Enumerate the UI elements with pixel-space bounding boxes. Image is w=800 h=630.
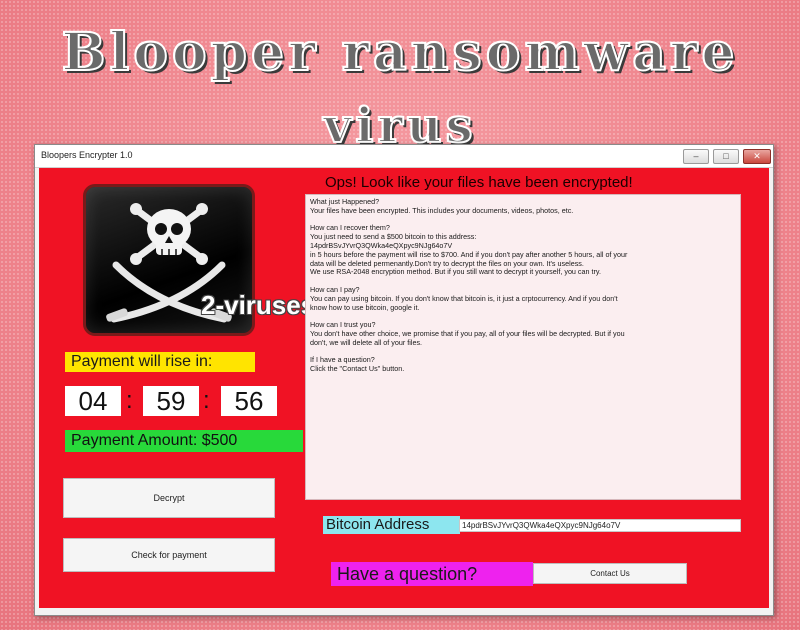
note-line: Click the "Contact Us" button. bbox=[310, 364, 405, 374]
window-titlebar[interactable]: Bloopers Encrypter 1.0 – □ ✕ bbox=[35, 145, 773, 168]
timer-minutes: 59 bbox=[143, 386, 199, 416]
bitcoin-address-field[interactable]: 14pdrBSvJYvrQ3QWka4eQXpyc9NJg64o7V bbox=[459, 519, 741, 532]
timer-seconds: 56 bbox=[221, 386, 277, 416]
note-paragraph: How can I recover them? You just need to … bbox=[310, 224, 736, 277]
note-paragraph: How can I pay? You can pay using bitcoin.… bbox=[310, 285, 736, 312]
question-label: Have a question? bbox=[331, 562, 533, 586]
check-payment-button[interactable]: Check for payment bbox=[63, 538, 275, 572]
encrypted-heading: Ops! Look like your files have been encr… bbox=[325, 174, 633, 191]
bitcoin-address-label: Bitcoin Address bbox=[323, 516, 460, 534]
note-paragraph: If I have a question? Click the "Contact … bbox=[310, 356, 736, 374]
close-icon[interactable]: ✕ bbox=[743, 149, 771, 164]
headline-line-1: Blooper ransomware bbox=[61, 21, 739, 84]
payment-amount-label: Payment Amount: $500 bbox=[65, 430, 303, 452]
timer-separator: : bbox=[203, 387, 210, 414]
maximize-icon[interactable]: □ bbox=[713, 149, 739, 164]
window-client-area: 2-viruses.com Payment will rise in: 04 :… bbox=[39, 168, 769, 608]
window-title: Bloopers Encrypter 1.0 bbox=[41, 150, 133, 160]
ransom-note-textbox[interactable]: What just Happened? Your files have been … bbox=[305, 194, 741, 500]
note-paragraph: What just Happened? Your files have been … bbox=[310, 197, 736, 216]
timer-separator: : bbox=[126, 387, 133, 414]
note-line: Your files have been encrypted. This inc… bbox=[310, 205, 574, 215]
timer-hours: 04 bbox=[65, 386, 121, 416]
note-paragraph: How can I trust you? You don't have other… bbox=[310, 320, 736, 347]
note-line: know how to use bitcoin, google it. bbox=[310, 302, 420, 312]
note-line: don't, we will delete all of your files. bbox=[310, 337, 423, 347]
minimize-icon[interactable]: – bbox=[683, 149, 709, 164]
note-line: We use RSA-2048 encryption method. But i… bbox=[310, 267, 601, 277]
ransomware-window: Bloopers Encrypter 1.0 – □ ✕ 2-viruses.c… bbox=[34, 144, 774, 616]
decrypt-button[interactable]: Decrypt bbox=[63, 478, 275, 518]
timer-label: Payment will rise in: bbox=[65, 352, 255, 372]
contact-us-button[interactable]: Contact Us bbox=[533, 563, 687, 584]
